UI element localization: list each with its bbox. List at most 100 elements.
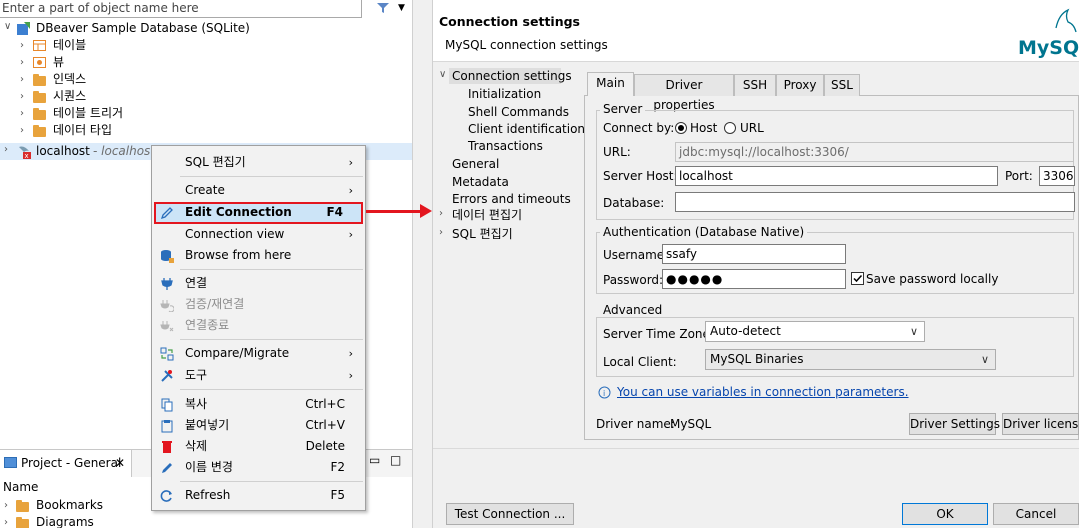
server-host-label: Server Host: [603,169,678,183]
local-client-label: Local Client: [603,355,677,369]
chevron-right-icon[interactable]: › [439,227,443,238]
radio-host[interactable] [675,122,687,134]
delete-icon [162,441,172,453]
filter-dropdown-icon[interactable]: ▼ [398,0,405,16]
folder-icon [33,74,46,86]
object-filter-input[interactable]: Enter a part of object name here [0,0,362,18]
disconnect-icon [160,321,174,332]
folder-icon [33,125,46,137]
password-input[interactable]: ●●●●● [662,269,846,289]
nav-item-metadata[interactable]: Metadata [452,174,509,190]
sqlite-database-icon [17,22,30,35]
tab-driver-properties[interactable]: Driver properties [634,74,734,112]
chevron-down-icon: ∨ [909,325,918,338]
refresh-icon [160,490,172,502]
driver-settings-button[interactable]: Driver Settings [909,413,1000,435]
maximize-icon[interactable]: □ [390,452,401,468]
driver-name-value: MySQL [670,417,712,431]
info-icon: i [598,386,611,399]
close-icon[interactable]: ✕ [115,455,125,471]
menu-item-create[interactable]: Create › [152,180,365,201]
nav-item-connection-settings[interactable]: Connection settings [452,68,572,84]
reconnect-icon [160,300,174,312]
annotation-arrow-line [366,210,424,213]
port-input[interactable]: 3306 [1039,166,1075,186]
port-label: Port: [1005,169,1033,183]
dialog-header: Connection settings MySQL connection set… [433,0,1079,62]
chevron-right-icon: › [348,347,353,360]
chevron-down-icon[interactable]: ∨ [439,69,446,80]
minimize-icon[interactable]: ▭ [369,452,380,468]
menu-item-sql-editor[interactable]: SQL 편집기 › [152,152,365,173]
nav-item-data-editor[interactable]: 데이터 편집기 [452,207,522,223]
password-label: Password: [603,273,664,287]
menu-item-delete[interactable]: 삭제 Delete [152,436,365,457]
checkmark-icon [853,274,863,283]
database-input[interactable] [675,192,1075,212]
menu-item-rename[interactable]: 이름 변경 F2 [152,457,365,478]
nav-item-client-identification[interactable]: Client identification [468,121,585,137]
username-label: Username: [603,248,669,262]
timezone-select[interactable]: Auto-detect ∨ [705,321,925,342]
tab-proxy[interactable]: Proxy [776,74,824,96]
server-group-label: Server [600,102,646,116]
variables-help-link[interactable]: You can use variables in connection para… [617,384,909,400]
menu-item-compare-migrate[interactable]: Compare/Migrate › [152,343,365,364]
menu-item-disconnect[interactable]: 연결종료 [152,315,365,336]
menu-item-connection-view[interactable]: Connection view › [152,224,365,245]
tab-ssh[interactable]: SSH [734,74,776,96]
ok-button[interactable]: OK [902,503,988,525]
chevron-down-icon: ∨ [980,353,989,366]
test-connection-button[interactable]: Test Connection ... [446,503,574,525]
menu-item-browse-from-here[interactable]: Browse from here [152,245,365,266]
project-icon [4,457,17,468]
menu-item-reconnect[interactable]: 검증/재연결 [152,294,365,315]
server-host-input[interactable]: localhost [675,166,998,186]
context-menu: SQL 편집기 › Create › Edit Connection F4 Conne… [151,145,366,511]
auth-group-label: Authentication (Database Native) [600,225,808,239]
chevron-down-icon[interactable]: ∨ [4,21,11,32]
menu-item-copy[interactable]: 복사 Ctrl+C [152,394,365,415]
rename-icon [162,463,172,473]
radio-host-label: Host [690,121,718,135]
chevron-right-icon: › [348,228,353,241]
database-label: Database: [603,196,665,210]
svg-text:i: i [603,389,605,398]
url-label: URL: [603,145,631,159]
connect-by-label: Connect by: [603,121,675,135]
copy-icon [161,398,173,412]
nav-item-shell-commands[interactable]: Shell Commands [468,104,569,120]
nav-item-transactions[interactable]: Transactions [468,138,543,154]
tab-project-general[interactable]: Project - General ✕ [0,450,132,477]
view-icon [33,57,46,68]
local-client-select[interactable]: MySQL Binaries ∨ [705,349,996,370]
menu-item-connect[interactable]: 연결 [152,273,365,294]
username-input[interactable]: ssafy [662,244,846,264]
nav-item-errors-timeouts[interactable]: Errors and timeouts [452,191,571,207]
tab-ssl[interactable]: SSL [824,74,860,96]
tree-root-label[interactable]: DBeaver Sample Database (SQLite) [36,20,250,36]
menu-item-edit-connection[interactable]: Edit Connection F4 [152,202,365,223]
filter-icon[interactable] [376,2,390,14]
menu-item-tools[interactable]: 도구 › [152,365,365,386]
nav-item-sql-editor[interactable]: SQL 편집기 [452,226,513,242]
radio-url[interactable] [724,122,736,134]
window-divider [412,0,433,528]
nav-item-general[interactable]: General [452,156,499,172]
annotation-arrow-head [420,204,432,218]
tab-main[interactable]: Main [587,72,634,96]
save-password-checkbox[interactable] [851,272,864,285]
driver-license-button[interactable]: Driver license [1002,413,1079,435]
advanced-group-label: Advanced [600,303,666,317]
menu-item-paste[interactable]: 붙여넣기 Ctrl+V [152,415,365,436]
menu-item-refresh[interactable]: Refresh F5 [152,485,365,506]
table-icon [33,40,46,51]
compare-icon [160,347,174,361]
url-input[interactable]: jdbc:mysql://localhost:3306/ [675,142,1074,162]
chevron-right-icon[interactable]: › [439,208,443,219]
nav-item-initialization[interactable]: Initialization [468,86,541,102]
project-column-name: Name [3,480,39,494]
plug-icon [161,278,173,290]
cancel-button[interactable]: Cancel [993,503,1079,525]
svg-text:x: x [25,152,29,159]
